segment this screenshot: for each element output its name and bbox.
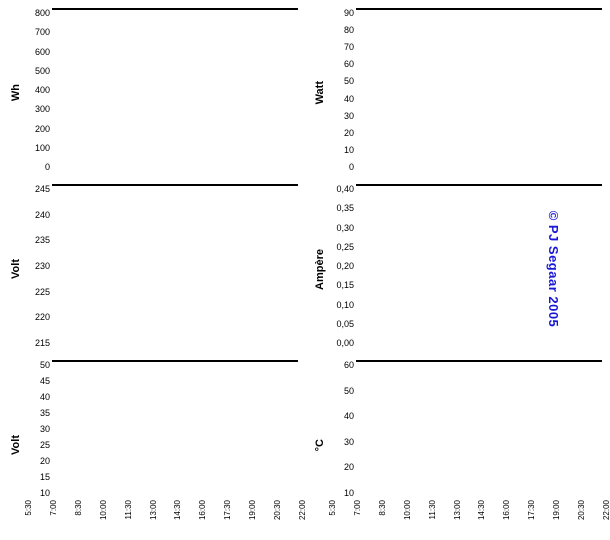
plot-area: Inverter temperature (T): [356, 360, 602, 362]
plot-area: DC voltage (Vdc): [52, 360, 298, 362]
chart-panel-pac: Watt9080706050403020100AC power (Pac): [312, 8, 602, 178]
y-ticks: 605040302010: [328, 360, 354, 498]
plot-area: AC power (Pac): [356, 8, 602, 10]
y-axis-label: °C: [312, 439, 328, 451]
x-ticks: [24, 174, 298, 178]
chart-panel-temp: °C605040302010Inverter temperature (T) 5:…: [312, 360, 602, 530]
chart-panel-iac: Ampère0,400,350,300,250,200,150,100,050,…: [312, 184, 602, 354]
y-ticks: 0,400,350,300,250,200,150,100,050,00: [328, 184, 354, 348]
y-axis-label: Ampère: [312, 249, 328, 290]
plot-area: Energy production (E)1130341496555958296…: [52, 8, 298, 10]
y-axis-label: Volt: [8, 435, 24, 455]
y-ticks: 8007006005004003002001000: [24, 8, 50, 172]
plot-area: AC current (Iac): [356, 184, 602, 186]
y-axis-label: Wh: [8, 84, 24, 101]
x-ticks: [328, 350, 602, 354]
y-ticks: 245240235230225220215: [24, 184, 50, 348]
chart-panel-vac: Volt245240235230225220215AC voltage (Vac…: [8, 184, 298, 354]
y-axis-label: Volt: [8, 259, 24, 279]
y-axis-label: Watt: [312, 81, 328, 104]
plot-area: AC voltage (Vac): [52, 184, 298, 186]
x-ticks: [328, 174, 602, 178]
x-ticks: 5:307:008:3010:0011:3013:0014:3016:0017:…: [328, 500, 602, 530]
x-ticks: 5:307:008:3010:0011:3013:0014:3016:0017:…: [24, 500, 298, 530]
x-ticks: [24, 350, 298, 354]
y-ticks: 504540353025201510: [24, 360, 50, 498]
chart-panel-energy: Wh8007006005004003002001000Energy produc…: [8, 8, 298, 178]
y-ticks: 9080706050403020100: [328, 8, 354, 172]
chart-panel-vdc: Volt504540353025201510DC voltage (Vdc) 5:…: [8, 360, 298, 530]
